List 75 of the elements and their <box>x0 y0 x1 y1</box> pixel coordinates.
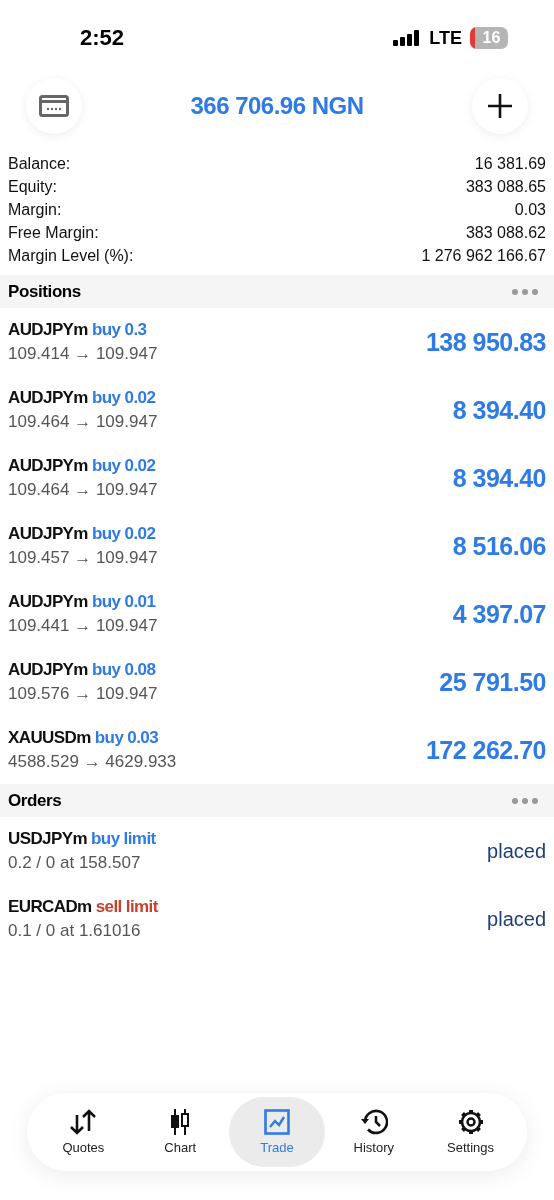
summary-value: 1 276 962 166.67 <box>421 246 546 265</box>
price-range: 109.414 → 109.947 <box>8 344 158 364</box>
price-range: 109.464 → 109.947 <box>8 480 158 500</box>
order-details: 0.2 / 0 at 158.507 <box>8 853 142 873</box>
tab[interactable]: History <box>325 1097 423 1167</box>
summary-label: Balance: <box>8 154 71 173</box>
trade-type: buy 0.03 <box>94 728 159 747</box>
trade-type: buy 0.02 <box>92 524 156 543</box>
trade-type: buy 0.02 <box>92 388 156 407</box>
order-status: placed <box>487 839 546 863</box>
summary-value: 0.03 <box>514 200 546 219</box>
position-row[interactable]: AUDJPYm buy 0.02 109.457 → 109.947 8 516.06 <box>0 512 554 580</box>
price-range: 109.441 → 109.947 <box>8 616 158 636</box>
summary-value: 383 088.62 <box>465 223 546 242</box>
position-row[interactable]: AUDJPYm buy 0.3 109.414 → 109.947 138 950.83 <box>0 308 554 376</box>
profit-value: 172 262.70 <box>425 735 546 765</box>
position-row[interactable]: AUDJPYm buy 0.02 109.464 → 109.947 8 394.40 <box>0 444 554 512</box>
price-range: 109.457 → 109.947 <box>8 548 158 568</box>
more-icon[interactable] <box>512 797 538 804</box>
trade-type: sell limit <box>95 897 158 916</box>
order-status: placed <box>487 907 546 931</box>
profit-value: 25 791.50 <box>439 667 546 697</box>
signal-icon <box>393 30 422 46</box>
trade-type: buy 0.01 <box>92 592 156 611</box>
card-icon <box>39 95 69 117</box>
symbol-name: AUDJPYm <box>8 524 88 543</box>
symbol-name: USDJPYm <box>8 829 87 848</box>
history-icon <box>359 1109 388 1135</box>
tab[interactable]: Trade <box>228 1097 326 1167</box>
summary-label: Equity: <box>8 177 57 196</box>
position-row[interactable]: AUDJPYm buy 0.08 109.576 → 109.947 25 791.50 <box>0 648 554 716</box>
profit-value: 8 394.40 <box>452 395 546 425</box>
trade-type: buy 0.3 <box>92 320 147 339</box>
section-title: Orders <box>8 790 62 811</box>
trade-type: buy 0.08 <box>92 660 156 679</box>
symbol-name: AUDJPYm <box>8 320 88 339</box>
symbol-name: AUDJPYm <box>8 660 88 679</box>
profit-value: 8 394.40 <box>452 463 546 493</box>
summary-value: 383 088.65 <box>465 177 546 196</box>
arrows-icon <box>69 1109 98 1135</box>
symbol-name: AUDJPYm <box>8 592 88 611</box>
section-title: Positions <box>8 281 81 302</box>
trade-type: buy 0.02 <box>92 456 156 475</box>
tab[interactable]: Chart <box>131 1097 229 1167</box>
summary-label: Margin: <box>8 200 62 219</box>
tab[interactable]: Settings <box>422 1097 519 1167</box>
price-range: 109.464 → 109.947 <box>8 412 158 432</box>
position-row[interactable]: AUDJPYm buy 0.01 109.441 → 109.947 4 397.07 <box>0 580 554 648</box>
position-row[interactable]: AUDJPYm buy 0.02 109.464 → 109.947 8 394.40 <box>0 376 554 444</box>
battery-icon: 16 <box>470 27 508 49</box>
more-icon[interactable] <box>512 288 538 295</box>
summary-label: Free Margin: <box>8 223 99 242</box>
tab[interactable]: Quotes <box>35 1097 132 1167</box>
line-chart-icon <box>264 1109 290 1135</box>
symbol-name: EURCADm <box>8 897 92 916</box>
trade-type: buy limit <box>91 829 156 848</box>
position-row[interactable]: XAUUSDm buy 0.03 4588.529 → 4629.933 172 262.70 <box>0 716 554 784</box>
network-label: LTE <box>429 27 462 49</box>
symbol-name: XAUUSDm <box>8 728 91 747</box>
symbol-name: AUDJPYm <box>8 388 88 407</box>
profit-value: 8 516.06 <box>452 531 546 561</box>
order-row[interactable]: USDJPYm buy limit 0.2 / 0 at 158.507 placed <box>0 817 554 885</box>
price-range: 4588.529 → 4629.933 <box>8 752 177 772</box>
clock-time: 2:52 <box>80 25 126 51</box>
account-balance: 366 706.96 NGN <box>190 92 364 120</box>
settings-icon <box>457 1109 484 1135</box>
order-row[interactable]: EURCADm sell limit 0.1 / 0 at 1.61016 placed <box>0 885 554 953</box>
summary-value: 16 381.69 <box>474 154 546 173</box>
price-range: 109.576 → 109.947 <box>8 684 158 704</box>
symbol-name: AUDJPYm <box>8 456 88 475</box>
profit-value: 138 950.83 <box>425 327 546 357</box>
plus-icon <box>487 93 513 119</box>
summary-label: Margin Level (%): <box>8 246 134 265</box>
profit-value: 4 397.07 <box>452 599 546 629</box>
order-details: 0.1 / 0 at 1.61016 <box>8 921 142 941</box>
